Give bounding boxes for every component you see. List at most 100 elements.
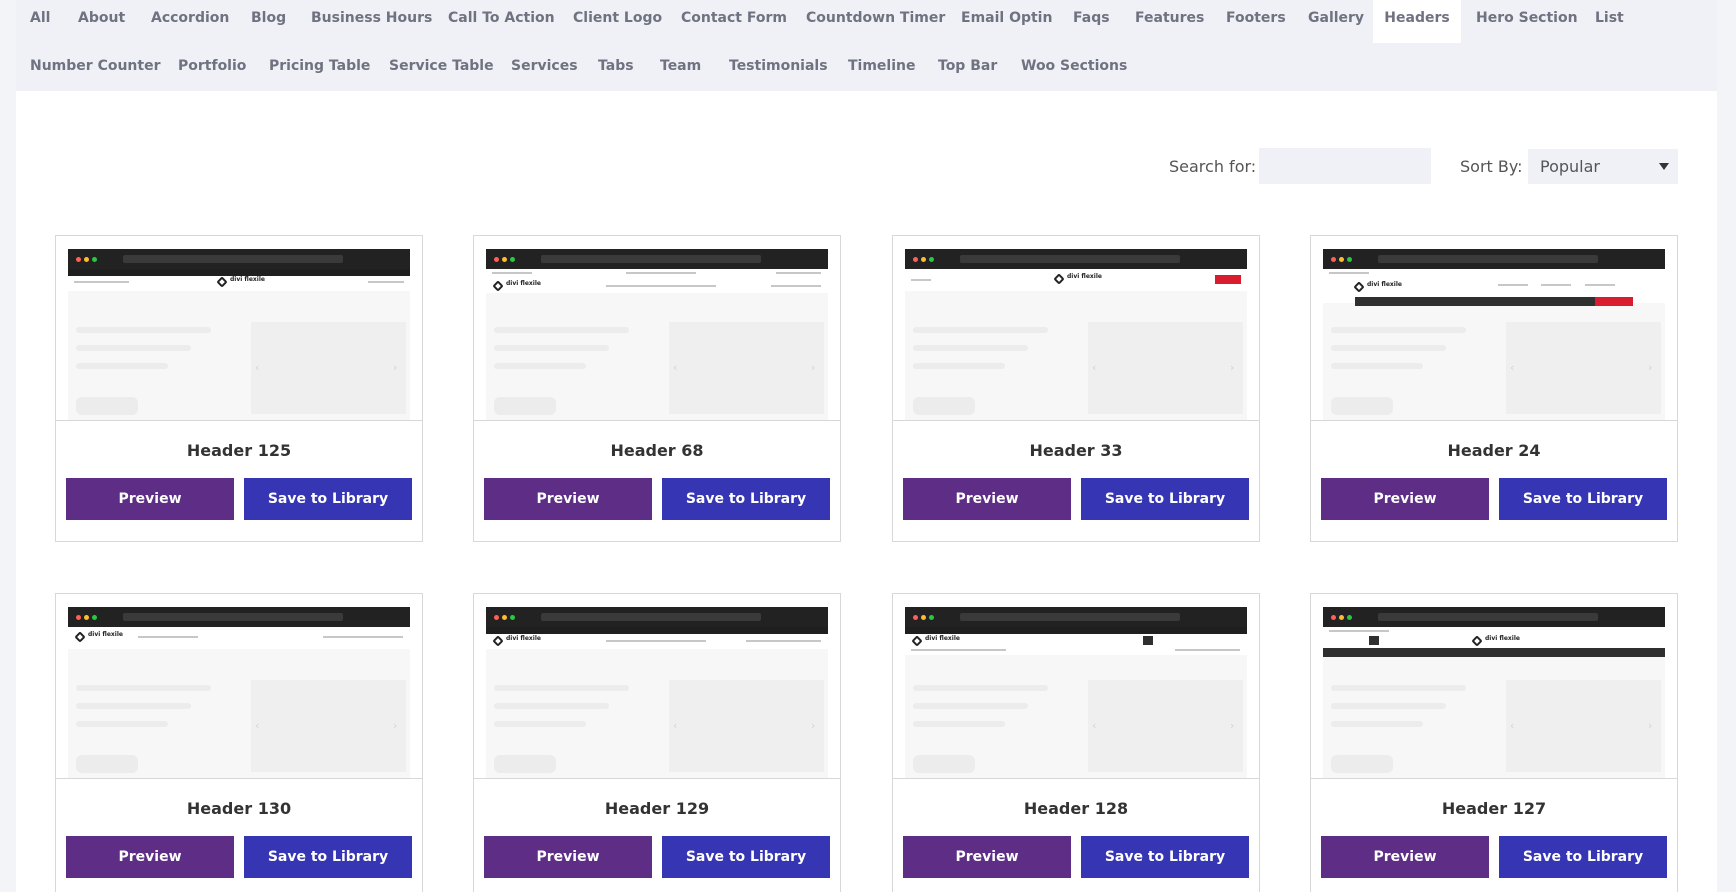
- tab-call-to-action[interactable]: Call To Action: [448, 10, 555, 26]
- preview-button[interactable]: Preview: [66, 478, 234, 520]
- tab-accordion[interactable]: Accordion: [151, 10, 229, 26]
- save-to-library-button[interactable]: Save to Library: [1499, 836, 1667, 878]
- template-thumbnail[interactable]: divi flexile ‹ ›: [56, 236, 422, 421]
- save-to-library-button[interactable]: Save to Library: [1081, 836, 1249, 878]
- card-title: Header 127: [1441, 799, 1547, 818]
- tab-timeline[interactable]: Timeline: [848, 58, 916, 74]
- tab-countdown-timer[interactable]: Countdown Timer: [806, 10, 945, 26]
- browser-chrome: [68, 249, 410, 269]
- sort-label: Sort By:: [1460, 157, 1523, 176]
- template-card: divi flexile ‹ › Header 130 Preview Save…: [55, 593, 423, 892]
- save-to-library-button[interactable]: Save to Library: [1081, 478, 1249, 520]
- header-preview: divi flexile: [486, 269, 828, 293]
- preview-button[interactable]: Preview: [1321, 836, 1489, 878]
- template-thumbnail[interactable]: divi flexile ‹ ›: [474, 594, 840, 779]
- tab-email-optin[interactable]: Email Optin: [961, 10, 1052, 26]
- browser-mockup: divi flexile ‹ ›: [486, 249, 828, 420]
- tab-team[interactable]: Team: [660, 58, 701, 74]
- template-card: divi flexile ‹ › Header 127 Preview Save…: [1310, 593, 1678, 892]
- template-thumbnail[interactable]: divi flexile ‹ ›: [893, 236, 1259, 421]
- logo-text: divi flexile: [1485, 635, 1520, 642]
- preview-button[interactable]: Preview: [903, 836, 1071, 878]
- browser-mockup: divi flexile ‹ ›: [486, 607, 828, 778]
- browser-mockup: divi flexile ‹ ›: [1323, 607, 1665, 778]
- tab-service-table[interactable]: Service Table: [389, 58, 494, 74]
- save-to-library-button[interactable]: Save to Library: [662, 836, 830, 878]
- header-preview: divi flexile: [486, 627, 828, 649]
- header-preview: divi flexile: [1323, 269, 1665, 306]
- sort-select[interactable]: Popular: [1528, 149, 1678, 184]
- template-card: divi flexile ‹ › Header 24 Preview Save …: [1310, 235, 1678, 542]
- template-thumbnail[interactable]: divi flexile ‹ ›: [56, 594, 422, 779]
- tab-hero-section[interactable]: Hero Section: [1476, 10, 1578, 26]
- tab-blog[interactable]: Blog: [251, 10, 286, 26]
- browser-mockup: divi flexile ‹ ›: [68, 607, 410, 778]
- header-preview: divi flexile: [68, 269, 410, 291]
- preview-button[interactable]: Preview: [1321, 478, 1489, 520]
- search-label: Search for:: [1169, 157, 1257, 176]
- card-title: Header 24: [1447, 441, 1541, 460]
- logo-text: divi flexile: [925, 635, 960, 642]
- tab-tabs[interactable]: Tabs: [598, 58, 634, 74]
- tab-pricing-table[interactable]: Pricing Table: [269, 58, 370, 74]
- search-input[interactable]: [1259, 148, 1431, 184]
- header-preview: divi flexile: [1323, 627, 1665, 657]
- logo-text: divi flexile: [1367, 281, 1402, 288]
- tab-all[interactable]: All: [30, 10, 50, 26]
- header-preview: divi flexile: [905, 269, 1247, 291]
- template-card: divi flexile ‹ › Header 125 Preview Save…: [55, 235, 423, 542]
- tab-faqs[interactable]: Faqs: [1073, 10, 1110, 26]
- tab-features[interactable]: Features: [1135, 10, 1204, 26]
- browser-chrome: [1323, 607, 1665, 627]
- template-card: divi flexile ‹ › Header 128 Preview Save…: [892, 593, 1260, 892]
- browser-mockup: divi flexile ‹ ›: [905, 249, 1247, 420]
- browser-chrome: [905, 607, 1247, 627]
- browser-chrome: [486, 249, 828, 269]
- header-preview: divi flexile: [68, 627, 410, 649]
- tab-services[interactable]: Services: [511, 58, 578, 74]
- logo-text: divi flexile: [506, 635, 541, 642]
- logo-text: divi flexile: [1067, 273, 1102, 280]
- save-to-library-button[interactable]: Save to Library: [244, 836, 412, 878]
- preview-button[interactable]: Preview: [66, 836, 234, 878]
- tab-about[interactable]: About: [78, 10, 125, 26]
- template-thumbnail[interactable]: divi flexile ‹ ›: [893, 594, 1259, 779]
- tab-portfolio[interactable]: Portfolio: [178, 58, 246, 74]
- template-card: divi flexile ‹ › Header 68 Preview Save …: [473, 235, 841, 542]
- preview-button[interactable]: Preview: [903, 478, 1071, 520]
- browser-mockup: divi flexile ‹ ›: [905, 607, 1247, 778]
- sort-select-value: Popular: [1540, 157, 1600, 176]
- logo-text: divi flexile: [506, 280, 541, 287]
- template-thumbnail[interactable]: divi flexile ‹ ›: [1311, 594, 1677, 779]
- tab-contact-form[interactable]: Contact Form: [681, 10, 787, 26]
- template-thumbnail[interactable]: divi flexile ‹ ›: [1311, 236, 1677, 421]
- browser-chrome: [905, 249, 1247, 269]
- card-title: Header 33: [1029, 441, 1123, 460]
- tab-footers[interactable]: Footers: [1226, 10, 1286, 26]
- template-thumbnail[interactable]: divi flexile ‹ ›: [474, 236, 840, 421]
- tab-woo-sections[interactable]: Woo Sections: [1021, 58, 1127, 74]
- tab-top-bar[interactable]: Top Bar: [938, 58, 997, 74]
- card-title: Header 68: [610, 441, 704, 460]
- card-title: Header 130: [186, 799, 292, 818]
- card-title: Header 129: [604, 799, 710, 818]
- save-to-library-button[interactable]: Save to Library: [244, 478, 412, 520]
- preview-button[interactable]: Preview: [484, 836, 652, 878]
- browser-chrome: [68, 607, 410, 627]
- tab-number-counter[interactable]: Number Counter: [30, 58, 160, 74]
- card-title: Header 128: [1023, 799, 1129, 818]
- tab-gallery[interactable]: Gallery: [1308, 10, 1364, 26]
- browser-chrome: [1323, 249, 1665, 269]
- page: All About Accordion Blog Business Hours …: [0, 0, 1736, 892]
- tab-list[interactable]: List: [1595, 10, 1624, 26]
- save-to-library-button[interactable]: Save to Library: [662, 478, 830, 520]
- tab-business-hours[interactable]: Business Hours: [311, 10, 432, 26]
- preview-button[interactable]: Preview: [484, 478, 652, 520]
- tab-client-logo[interactable]: Client Logo: [573, 10, 662, 26]
- tab-testimonials[interactable]: Testimonials: [729, 58, 828, 74]
- save-to-library-button[interactable]: Save to Library: [1499, 478, 1667, 520]
- browser-mockup: divi flexile ‹ ›: [1323, 249, 1665, 420]
- tab-headers[interactable]: Headers: [1373, 0, 1461, 43]
- browser-chrome: [486, 607, 828, 627]
- chevron-down-icon: [1659, 163, 1669, 170]
